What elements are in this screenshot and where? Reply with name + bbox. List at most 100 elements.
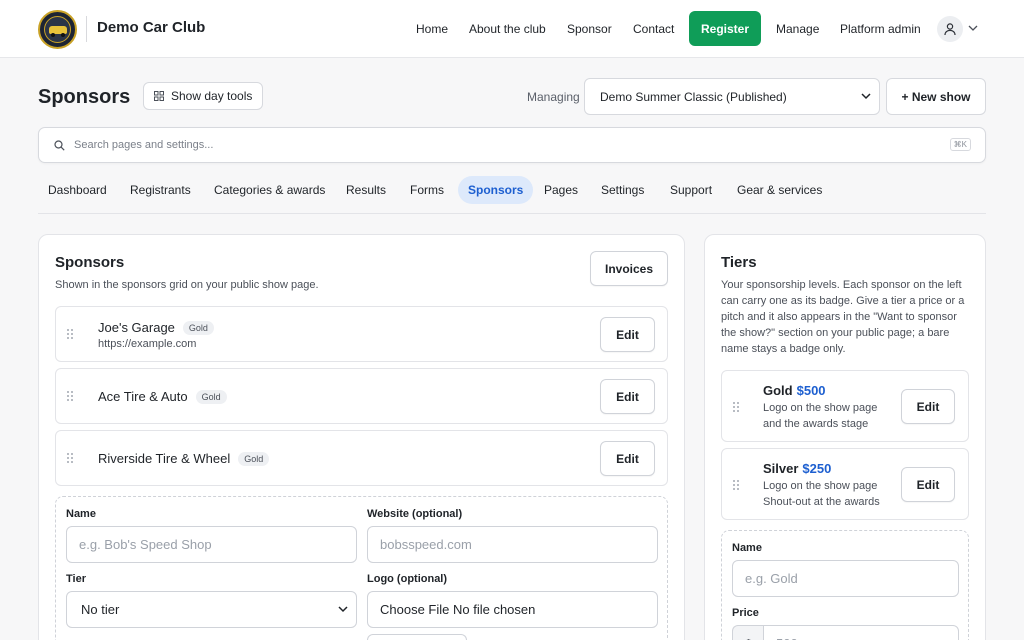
tier-price: $500 [796, 383, 826, 398]
tab-categories-awards[interactable]: Categories & awards [214, 176, 325, 204]
tier-select-value: No tier [81, 602, 120, 617]
sponsor-name: Joe's Garage Gold [98, 320, 214, 335]
grid-icon [154, 91, 164, 101]
tier-name-text: Silver [763, 461, 799, 476]
sponsor-url: https://example.com [98, 338, 197, 350]
user-avatar-button[interactable] [937, 16, 963, 42]
nav-manage[interactable]: Manage [776, 22, 819, 36]
sponsor-name-text: Ace Tire & Auto [98, 389, 188, 404]
sponsor-name: Riverside Tire & Wheel Gold [98, 451, 270, 466]
tab-support[interactable]: Support [670, 176, 712, 204]
tier-badge: Gold [238, 452, 270, 466]
tier-perk: Logo on the show page [763, 402, 878, 414]
sponsors-card-description: Shown in the sponsors grid on your publi… [55, 279, 319, 291]
tier-badge: Gold [195, 390, 227, 404]
new-show-button[interactable]: + New show [886, 78, 986, 115]
section-tabs: Dashboard Registrants Categories & award… [38, 176, 986, 214]
edit-tier-button[interactable]: Edit [901, 467, 955, 502]
tab-registrants[interactable]: Registrants [130, 176, 191, 204]
tab-forms[interactable]: Forms [410, 176, 444, 204]
nav-platform-admin[interactable]: Platform admin [840, 22, 921, 36]
tier-name-field[interactable] [732, 560, 959, 597]
tab-sponsors[interactable]: Sponsors [458, 176, 534, 204]
nav-sponsor[interactable]: Sponsor [567, 22, 612, 36]
file-preview-box [367, 634, 467, 640]
drag-handle-icon[interactable] [66, 328, 74, 340]
new-tier-form: Name Price $ [721, 530, 969, 640]
brand-divider [86, 16, 87, 42]
top-navbar: Demo Car Club Home About the club Sponso… [0, 0, 1024, 58]
sponsor-name-text: Joe's Garage [98, 320, 175, 335]
sponsor-name-text: Riverside Tire & Wheel [98, 451, 231, 466]
tiers-card: Tiers Your sponsorship levels. Each spon… [704, 234, 986, 640]
invoices-button[interactable]: Invoices [590, 251, 668, 286]
chevron-down-icon[interactable] [968, 24, 978, 32]
edit-sponsor-button[interactable]: Edit [600, 379, 655, 414]
search-input[interactable] [74, 128, 934, 162]
show-day-tools-button[interactable]: Show day tools [143, 82, 264, 110]
edit-sponsor-button[interactable]: Edit [600, 441, 655, 476]
page-title: Sponsors [38, 86, 131, 108]
tier-perk: Shout-out at the awards [763, 496, 880, 508]
tier-description: Logo on the show page and the awards stag… [763, 400, 877, 432]
tab-dashboard[interactable]: Dashboard [48, 176, 107, 204]
drag-handle-icon[interactable] [732, 401, 740, 413]
tab-gear-services[interactable]: Gear & services [737, 176, 822, 204]
tier-name: Gold $500 [763, 383, 826, 398]
chevron-down-icon [861, 93, 871, 100]
logo-label: Logo (optional) [367, 573, 448, 585]
managing-label: Managing [527, 90, 580, 104]
sponsors-card: Sponsors Shown in the sponsors grid on y… [38, 234, 685, 640]
tier-name: Silver $250 [763, 461, 831, 476]
selected-show: Demo Summer Classic (Published) [600, 89, 787, 104]
price-label: Price [732, 607, 759, 619]
tier-badge: Gold [182, 321, 214, 335]
tab-settings[interactable]: Settings [601, 176, 644, 204]
edit-tier-button[interactable]: Edit [901, 389, 955, 424]
new-sponsor-form: Name Website (optional) Tier No tier Log… [55, 496, 668, 640]
sponsors-card-title: Sponsors [55, 254, 125, 271]
nav-contact[interactable]: Contact [633, 22, 674, 36]
drag-handle-icon[interactable] [66, 390, 74, 402]
club-logo[interactable] [38, 10, 77, 49]
tier-row: Silver $250 Logo on the show page Shout-ou… [721, 448, 969, 520]
tiers-card-description: Your sponsorship levels. Each sponsor on… [721, 279, 965, 355]
show-day-tools-label: Show day tools [171, 89, 253, 103]
brand-name[interactable]: Demo Car Club [97, 19, 205, 36]
keyboard-shortcut-badge: ⌘K [949, 138, 971, 151]
tier-select[interactable]: No tier [66, 591, 357, 628]
sponsor-row: Riverside Tire & Wheel Gold Edit [55, 430, 668, 486]
tier-perk: Logo on the show page [763, 480, 878, 492]
register-button[interactable]: Register [689, 11, 761, 46]
tier-price-field[interactable] [763, 625, 959, 640]
search-icon [54, 140, 65, 151]
tab-pages[interactable]: Pages [544, 176, 578, 204]
sponsor-row: Ace Tire & Auto Gold Edit [55, 368, 668, 424]
logo-file-input[interactable]: Choose File No file chosen [367, 591, 658, 628]
tiers-card-title: Tiers [721, 254, 757, 271]
show-select[interactable]: Demo Summer Classic (Published) [584, 78, 880, 115]
sponsor-website-field[interactable] [367, 526, 658, 563]
chevron-down-icon [338, 606, 348, 613]
tier-row: Gold $500 Logo on the show page and the aw… [721, 370, 969, 442]
sponsor-row: Joe's Garage Gold https://example.com Edi… [55, 306, 668, 362]
name-label: Name [66, 508, 96, 520]
edit-sponsor-button[interactable]: Edit [600, 317, 655, 352]
tab-results[interactable]: Results [346, 176, 386, 204]
currency-prefix: $ [732, 625, 764, 640]
tier-name-text: Gold [763, 383, 793, 398]
tier-label: Tier [66, 573, 86, 585]
website-label: Website (optional) [367, 508, 463, 520]
tier-price: $250 [802, 461, 832, 476]
sponsor-name-field[interactable] [66, 526, 357, 563]
tier-description: Logo on the show page Shout-out at the aw… [763, 478, 880, 510]
tier-name-label: Name [732, 542, 762, 554]
nav-home[interactable]: Home [416, 22, 448, 36]
car-logo-icon [44, 16, 71, 43]
drag-handle-icon[interactable] [732, 479, 740, 491]
tier-perk: and the awards stage [763, 418, 869, 430]
drag-handle-icon[interactable] [66, 452, 74, 464]
user-icon [944, 23, 956, 36]
nav-about[interactable]: About the club [469, 22, 546, 36]
sponsor-name: Ace Tire & Auto Gold [98, 389, 227, 404]
